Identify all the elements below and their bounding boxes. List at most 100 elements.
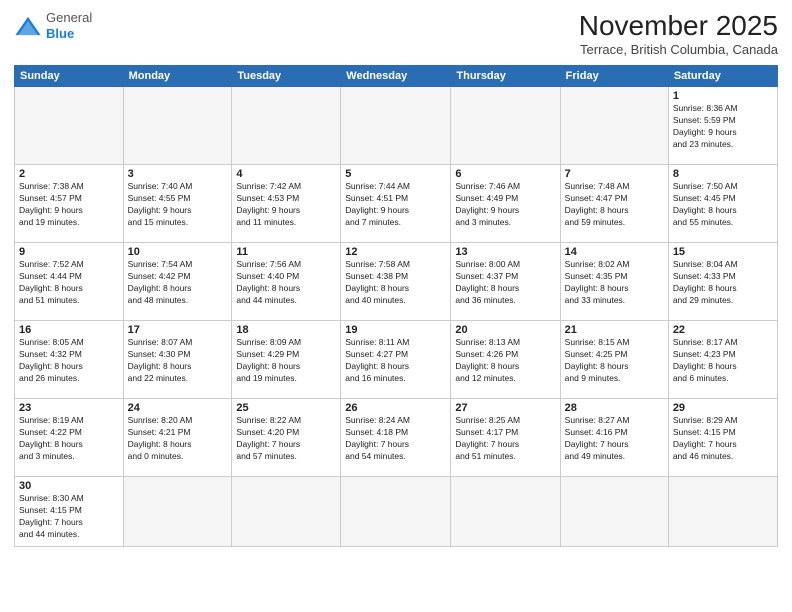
day-number: 22 xyxy=(673,324,773,336)
calendar-week-4: 16Sunrise: 8:05 AM Sunset: 4:32 PM Dayli… xyxy=(15,321,778,399)
header: General Blue November 2025 Terrace, Brit… xyxy=(14,10,778,57)
calendar-cell xyxy=(232,87,341,165)
day-number: 5 xyxy=(345,168,446,180)
calendar-week-5: 23Sunrise: 8:19 AM Sunset: 4:22 PM Dayli… xyxy=(15,399,778,477)
day-info: Sunrise: 8:00 AM Sunset: 4:37 PM Dayligh… xyxy=(455,259,555,307)
calendar-header-tuesday: Tuesday xyxy=(232,66,341,87)
calendar-cell: 25Sunrise: 8:22 AM Sunset: 4:20 PM Dayli… xyxy=(232,399,341,477)
calendar-cell: 6Sunrise: 7:46 AM Sunset: 4:49 PM Daylig… xyxy=(451,165,560,243)
page: General Blue November 2025 Terrace, Brit… xyxy=(0,0,792,612)
day-number: 21 xyxy=(565,324,664,336)
logo-icon xyxy=(14,15,42,37)
calendar-week-1: 1Sunrise: 8:36 AM Sunset: 5:59 PM Daylig… xyxy=(15,87,778,165)
day-info: Sunrise: 8:22 AM Sunset: 4:20 PM Dayligh… xyxy=(236,415,336,463)
day-number: 20 xyxy=(455,324,555,336)
calendar-cell: 3Sunrise: 7:40 AM Sunset: 4:55 PM Daylig… xyxy=(123,165,232,243)
day-info: Sunrise: 8:11 AM Sunset: 4:27 PM Dayligh… xyxy=(345,337,446,385)
day-info: Sunrise: 8:05 AM Sunset: 4:32 PM Dayligh… xyxy=(19,337,119,385)
location: Terrace, British Columbia, Canada xyxy=(579,42,778,57)
day-number: 1 xyxy=(673,90,773,102)
day-number: 25 xyxy=(236,402,336,414)
calendar-cell: 15Sunrise: 8:04 AM Sunset: 4:33 PM Dayli… xyxy=(668,243,777,321)
calendar-cell: 28Sunrise: 8:27 AM Sunset: 4:16 PM Dayli… xyxy=(560,399,668,477)
day-info: Sunrise: 8:09 AM Sunset: 4:29 PM Dayligh… xyxy=(236,337,336,385)
calendar-week-6: 30Sunrise: 8:30 AM Sunset: 4:15 PM Dayli… xyxy=(15,477,778,547)
calendar-cell xyxy=(123,87,232,165)
calendar-cell: 18Sunrise: 8:09 AM Sunset: 4:29 PM Dayli… xyxy=(232,321,341,399)
day-number: 30 xyxy=(19,480,119,492)
calendar-cell: 14Sunrise: 8:02 AM Sunset: 4:35 PM Dayli… xyxy=(560,243,668,321)
calendar-cell xyxy=(15,87,124,165)
calendar-cell: 10Sunrise: 7:54 AM Sunset: 4:42 PM Dayli… xyxy=(123,243,232,321)
day-info: Sunrise: 8:15 AM Sunset: 4:25 PM Dayligh… xyxy=(565,337,664,385)
day-number: 12 xyxy=(345,246,446,258)
calendar-cell: 9Sunrise: 7:52 AM Sunset: 4:44 PM Daylig… xyxy=(15,243,124,321)
day-info: Sunrise: 8:29 AM Sunset: 4:15 PM Dayligh… xyxy=(673,415,773,463)
calendar-cell xyxy=(668,477,777,547)
calendar-cell: 4Sunrise: 7:42 AM Sunset: 4:53 PM Daylig… xyxy=(232,165,341,243)
day-info: Sunrise: 8:25 AM Sunset: 4:17 PM Dayligh… xyxy=(455,415,555,463)
day-number: 14 xyxy=(565,246,664,258)
calendar-cell: 22Sunrise: 8:17 AM Sunset: 4:23 PM Dayli… xyxy=(668,321,777,399)
calendar-header-row: SundayMondayTuesdayWednesdayThursdayFrid… xyxy=(15,66,778,87)
calendar-cell xyxy=(560,87,668,165)
calendar-header-monday: Monday xyxy=(123,66,232,87)
day-info: Sunrise: 7:52 AM Sunset: 4:44 PM Dayligh… xyxy=(19,259,119,307)
calendar-cell: 29Sunrise: 8:29 AM Sunset: 4:15 PM Dayli… xyxy=(668,399,777,477)
logo-text: General Blue xyxy=(46,10,92,41)
day-info: Sunrise: 8:07 AM Sunset: 4:30 PM Dayligh… xyxy=(128,337,228,385)
day-number: 2 xyxy=(19,168,119,180)
day-info: Sunrise: 8:24 AM Sunset: 4:18 PM Dayligh… xyxy=(345,415,446,463)
day-info: Sunrise: 7:50 AM Sunset: 4:45 PM Dayligh… xyxy=(673,181,773,229)
day-info: Sunrise: 8:36 AM Sunset: 5:59 PM Dayligh… xyxy=(673,103,773,151)
day-number: 13 xyxy=(455,246,555,258)
calendar-cell xyxy=(123,477,232,547)
calendar-cell: 17Sunrise: 8:07 AM Sunset: 4:30 PM Dayli… xyxy=(123,321,232,399)
calendar-cell: 16Sunrise: 8:05 AM Sunset: 4:32 PM Dayli… xyxy=(15,321,124,399)
day-info: Sunrise: 8:17 AM Sunset: 4:23 PM Dayligh… xyxy=(673,337,773,385)
calendar-cell: 7Sunrise: 7:48 AM Sunset: 4:47 PM Daylig… xyxy=(560,165,668,243)
day-number: 24 xyxy=(128,402,228,414)
calendar-cell: 2Sunrise: 7:38 AM Sunset: 4:57 PM Daylig… xyxy=(15,165,124,243)
calendar-cell xyxy=(451,477,560,547)
day-info: Sunrise: 7:42 AM Sunset: 4:53 PM Dayligh… xyxy=(236,181,336,229)
day-info: Sunrise: 7:38 AM Sunset: 4:57 PM Dayligh… xyxy=(19,181,119,229)
calendar-cell: 23Sunrise: 8:19 AM Sunset: 4:22 PM Dayli… xyxy=(15,399,124,477)
calendar-cell: 21Sunrise: 8:15 AM Sunset: 4:25 PM Dayli… xyxy=(560,321,668,399)
calendar-cell xyxy=(232,477,341,547)
day-number: 29 xyxy=(673,402,773,414)
calendar-header-saturday: Saturday xyxy=(668,66,777,87)
day-info: Sunrise: 7:46 AM Sunset: 4:49 PM Dayligh… xyxy=(455,181,555,229)
day-number: 17 xyxy=(128,324,228,336)
day-number: 3 xyxy=(128,168,228,180)
calendar-cell: 24Sunrise: 8:20 AM Sunset: 4:21 PM Dayli… xyxy=(123,399,232,477)
day-number: 27 xyxy=(455,402,555,414)
day-info: Sunrise: 7:54 AM Sunset: 4:42 PM Dayligh… xyxy=(128,259,228,307)
calendar-cell: 26Sunrise: 8:24 AM Sunset: 4:18 PM Dayli… xyxy=(341,399,451,477)
day-number: 23 xyxy=(19,402,119,414)
calendar-cell: 8Sunrise: 7:50 AM Sunset: 4:45 PM Daylig… xyxy=(668,165,777,243)
calendar-cell: 13Sunrise: 8:00 AM Sunset: 4:37 PM Dayli… xyxy=(451,243,560,321)
calendar-cell xyxy=(560,477,668,547)
day-number: 19 xyxy=(345,324,446,336)
day-number: 18 xyxy=(236,324,336,336)
day-number: 7 xyxy=(565,168,664,180)
calendar-cell: 19Sunrise: 8:11 AM Sunset: 4:27 PM Dayli… xyxy=(341,321,451,399)
day-number: 16 xyxy=(19,324,119,336)
day-info: Sunrise: 8:19 AM Sunset: 4:22 PM Dayligh… xyxy=(19,415,119,463)
calendar-cell xyxy=(451,87,560,165)
day-number: 15 xyxy=(673,246,773,258)
calendar-week-2: 2Sunrise: 7:38 AM Sunset: 4:57 PM Daylig… xyxy=(15,165,778,243)
calendar-cell xyxy=(341,87,451,165)
title-block: November 2025 Terrace, British Columbia,… xyxy=(579,10,778,57)
logo-blue: Blue xyxy=(46,26,74,41)
calendar-cell: 1Sunrise: 8:36 AM Sunset: 5:59 PM Daylig… xyxy=(668,87,777,165)
day-number: 28 xyxy=(565,402,664,414)
calendar-header-wednesday: Wednesday xyxy=(341,66,451,87)
logo: General Blue xyxy=(14,10,92,41)
calendar-week-3: 9Sunrise: 7:52 AM Sunset: 4:44 PM Daylig… xyxy=(15,243,778,321)
day-info: Sunrise: 8:13 AM Sunset: 4:26 PM Dayligh… xyxy=(455,337,555,385)
day-info: Sunrise: 7:48 AM Sunset: 4:47 PM Dayligh… xyxy=(565,181,664,229)
day-info: Sunrise: 7:44 AM Sunset: 4:51 PM Dayligh… xyxy=(345,181,446,229)
day-info: Sunrise: 8:04 AM Sunset: 4:33 PM Dayligh… xyxy=(673,259,773,307)
